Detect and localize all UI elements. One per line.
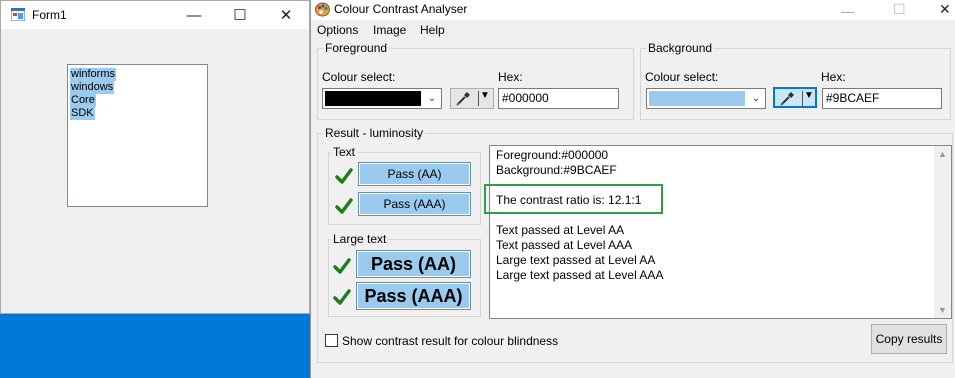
large-text-group-label: Large text [331, 232, 389, 246]
background-group [640, 48, 951, 120]
dropdown-arrow-icon: ▼ [804, 90, 814, 101]
text-group-label: Text [331, 145, 358, 159]
text-aaa-result: Pass (AAA) [358, 192, 471, 216]
menu-options[interactable]: Options [317, 23, 358, 37]
palette-icon [315, 2, 330, 17]
picker-separator [478, 91, 479, 106]
contrast-ratio-highlight [484, 184, 663, 214]
minimize-icon[interactable]: — [841, 4, 854, 19]
list-item[interactable]: windows [70, 81, 115, 94]
chevron-down-icon: ⌄ [427, 93, 437, 104]
checkmark-icon [335, 198, 353, 214]
close-icon[interactable]: ✕ [939, 1, 951, 18]
fg-colour-select[interactable]: ⌄ [322, 88, 442, 109]
cca-titlebar[interactable]: Colour Contrast Analyser — ☐ ✕ [311, 0, 955, 20]
fg-colour-swatch [325, 91, 421, 106]
fg-eyedropper-button[interactable]: ▼ [450, 88, 494, 109]
foreground-group-label: Foreground [323, 41, 390, 55]
result-line: Large text passed at Level AA [496, 253, 656, 267]
bg-colour-select-label: Colour select: [645, 70, 719, 84]
checkmark-icon [333, 289, 351, 305]
minimize-button[interactable]: — [171, 1, 217, 29]
fg-colour-select-label: Colour select: [322, 70, 396, 84]
cca-title: Colour Contrast Analyser [334, 2, 468, 16]
menu-bar: Options Image Help [311, 20, 955, 40]
foreground-group [317, 48, 634, 120]
bg-hex-input[interactable]: #9BCAEF [822, 88, 942, 109]
checkmark-icon [335, 168, 353, 184]
result-line: Text passed at Level AA [496, 223, 625, 237]
menu-image[interactable]: Image [373, 23, 406, 37]
close-icon: ✕ [279, 7, 293, 24]
text-aa-result: Pass (AA) [358, 162, 471, 186]
dropdown-arrow-icon: ▼ [480, 90, 490, 101]
app-icon [11, 8, 25, 21]
close-button[interactable]: ✕ [263, 1, 309, 29]
form1-title: Form1 [32, 8, 67, 22]
bg-eyedropper-button[interactable]: ▼ [773, 87, 817, 108]
bg-colour-select[interactable]: ⌄ [646, 88, 766, 109]
form1-titlebar[interactable]: Form1 — ☐ ✕ [1, 1, 309, 29]
menu-help[interactable]: Help [420, 23, 445, 37]
maximize-button[interactable]: ☐ [217, 1, 263, 29]
checkmark-icon [333, 258, 351, 274]
result-group-label: Result - luminosity [323, 126, 426, 140]
eyedropper-icon [780, 92, 794, 106]
result-foreground-line: Foreground:#000000 [496, 148, 609, 162]
result-textbox[interactable]: Foreground:#000000 Background:#9BCAEF Th… [489, 145, 952, 319]
minimize-icon: — [186, 6, 202, 24]
maximize-icon: ☐ [233, 7, 247, 24]
list-item[interactable]: Core [70, 94, 96, 107]
maximize-icon[interactable]: ☐ [893, 1, 906, 18]
result-line: Large text passed at Level AAA [496, 268, 664, 282]
large-aa-result: Pass (AA) [356, 250, 471, 278]
scroll-up-icon[interactable]: ▲ [938, 149, 947, 159]
background-group-label: Background [646, 41, 715, 55]
copy-results-button[interactable]: Copy results [871, 324, 947, 354]
result-background-line: Background:#9BCAEF [496, 163, 617, 177]
picker-separator [802, 91, 803, 106]
large-aaa-result: Pass (AAA) [356, 282, 471, 310]
chevron-down-icon: ⌄ [751, 93, 761, 104]
list-item[interactable]: SDK [70, 107, 95, 120]
result-scrollbar[interactable]: ▲ ▼ [934, 146, 951, 318]
colour-blindness-checkbox[interactable] [325, 334, 338, 347]
fg-hex-input[interactable]: #000000 [498, 88, 619, 109]
bg-hex-label: Hex: [821, 70, 846, 84]
listbox[interactable]: winforms windows Core SDK [67, 64, 208, 207]
form1-window: Form1 — ☐ ✕ winforms windows Core SDK [0, 0, 310, 314]
scroll-down-icon[interactable]: ▼ [938, 305, 947, 315]
fg-hex-label: Hex: [498, 70, 523, 84]
list-item[interactable]: winforms [70, 68, 117, 81]
bg-colour-swatch [649, 91, 745, 106]
eyedropper-icon [456, 92, 470, 106]
result-line: Text passed at Level AAA [496, 238, 633, 252]
colour-blindness-label: Show contrast result for colour blindnes… [342, 334, 559, 348]
